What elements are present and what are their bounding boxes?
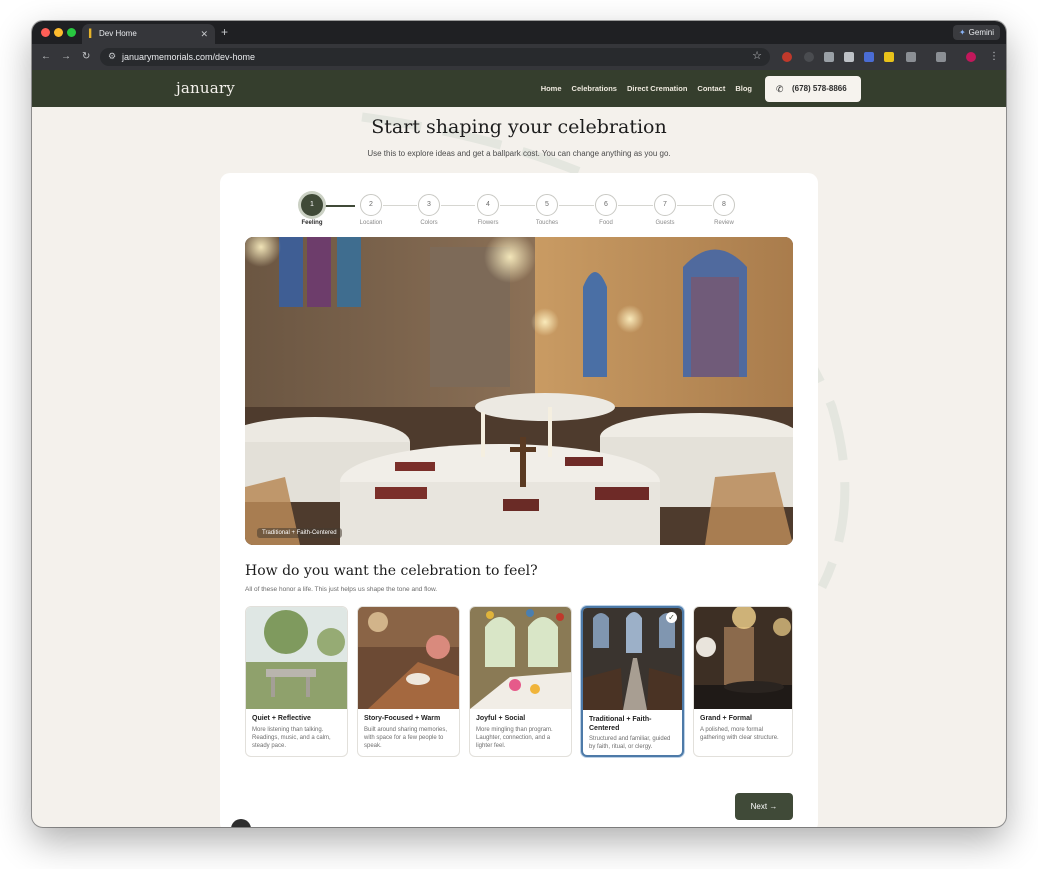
step-number: 5 — [536, 194, 558, 216]
puzzle-icon[interactable] — [906, 52, 916, 62]
option-traditional-faith-centered[interactable]: ✓ Traditional + Faith-Centered Structure… — [581, 606, 684, 757]
step-touches[interactable]: 5 Touches — [527, 194, 567, 226]
tab-close-icon[interactable]: ✕ — [200, 24, 208, 44]
step-feeling[interactable]: 1 Feeling — [292, 194, 332, 226]
gemini-label: Gemini — [968, 28, 994, 37]
tab-strip: ▍ Dev Home ✕ + ✦ Gemini — [32, 21, 1006, 44]
option-title: Grand + Formal — [700, 715, 752, 722]
reload-icon[interactable]: ↻ — [82, 50, 90, 63]
maximize-window-icon[interactable] — [67, 28, 76, 37]
new-tab-button[interactable]: + — [221, 24, 228, 40]
option-image — [470, 607, 571, 709]
option-description: A polished, more formal gathering with c… — [700, 727, 779, 741]
minimize-window-icon[interactable] — [54, 28, 63, 37]
step-label: Review — [714, 220, 734, 226]
option-image — [583, 608, 682, 710]
site-nav: Home Celebrations Direct Cremation Conta… — [541, 70, 752, 107]
option-story-focused-warm[interactable]: Story-Focused + Warm Built around sharin… — [357, 606, 460, 757]
step-label: Flowers — [477, 220, 499, 226]
step-label: Location — [359, 220, 383, 226]
option-title: Joyful + Social — [476, 715, 526, 722]
phone-button[interactable]: ✆ (678) 578-8866 — [765, 76, 861, 102]
close-window-icon[interactable] — [41, 28, 50, 37]
extension-icon[interactable] — [844, 52, 854, 62]
gemini-button[interactable]: ✦ Gemini — [952, 25, 1000, 40]
option-image — [358, 607, 459, 709]
forward-icon[interactable]: → — [61, 50, 71, 63]
step-review[interactable]: 8 Review — [704, 194, 744, 226]
nav-blog[interactable]: Blog — [735, 84, 752, 93]
site-settings-icon[interactable]: ⚙ — [108, 51, 116, 62]
nav-celebrations[interactable]: Celebrations — [572, 84, 617, 93]
browser-tab[interactable]: ▍ Dev Home ✕ — [82, 24, 215, 44]
step-label: Colors — [420, 220, 438, 226]
step-label: Guests — [655, 220, 675, 226]
step-flowers[interactable]: 4 Flowers — [468, 194, 508, 226]
bookmark-star-icon[interactable]: ☆ — [752, 49, 762, 62]
menu-kebab-icon[interactable]: ⋮ — [989, 50, 999, 63]
option-description: More listening than talking. Readings, m… — [252, 727, 331, 749]
step-guests[interactable]: 7 Guests — [645, 194, 685, 226]
step-number: 4 — [477, 194, 499, 216]
extension-icon[interactable] — [864, 52, 874, 62]
selected-check-icon: ✓ — [666, 612, 677, 623]
hero-caption: Traditional + Faith-Centered — [257, 528, 342, 538]
tab-title: Dev Home — [99, 29, 137, 38]
extension-icon[interactable] — [804, 52, 814, 62]
question-title: How do you want the celebration to feel? — [245, 563, 538, 579]
chapel-hall-illustration — [245, 237, 793, 545]
phone-icon: ✆ — [776, 84, 784, 94]
option-description: Structured and familiar, guided by faith… — [589, 736, 671, 750]
step-number: 6 — [595, 194, 617, 216]
option-grand-formal[interactable]: Grand + Formal A polished, more formal g… — [693, 606, 793, 757]
step-number: 1 — [301, 194, 323, 216]
step-number: 3 — [418, 194, 440, 216]
step-label: Touches — [535, 220, 559, 226]
nav-contact[interactable]: Contact — [697, 84, 725, 93]
step-number: 7 — [654, 194, 676, 216]
favicon-icon: ▍ — [89, 29, 96, 38]
hero-image: Traditional + Faith-Centered — [245, 237, 793, 545]
question-subtitle: All of these honor a life. This just hel… — [245, 586, 438, 593]
option-description: Built around sharing memories, with spac… — [364, 727, 448, 749]
step-number: 8 — [713, 194, 735, 216]
profile-avatar[interactable] — [966, 52, 976, 62]
planner-card: 1 Feeling 2 Location 3 Colors 4 Flowers 5 Tou… — [220, 173, 818, 827]
stepper: 1 Feeling 2 Location 3 Colors 4 Flowers 5 Tou… — [220, 194, 818, 229]
gemini-icon: ✦ — [958, 28, 966, 37]
browser-toolbar: ← → ↻ ⚙ januarymemorials.com/dev-home ☆ … — [32, 44, 1006, 70]
nav-direct-cremation[interactable]: Direct Cremation — [627, 84, 687, 93]
step-food[interactable]: 6 Food — [586, 194, 626, 226]
extension-icon[interactable] — [884, 52, 894, 62]
url-text[interactable]: januarymemorials.com/dev-home — [122, 48, 255, 66]
nav-home[interactable]: Home — [541, 84, 562, 93]
page-subtitle: Use this to explore ideas and get a ball… — [367, 149, 671, 158]
extension-icon[interactable] — [824, 52, 834, 62]
address-bar[interactable]: ⚙ januarymemorials.com/dev-home ☆ — [100, 48, 770, 66]
step-location[interactable]: 2 Location — [351, 194, 391, 226]
extension-icon[interactable] — [782, 52, 792, 62]
site-header: january Home Celebrations Direct Cremati… — [32, 70, 1006, 107]
page-title: Start shaping your celebration — [371, 116, 667, 138]
option-joyful-social[interactable]: Joyful + Social More mingling than progr… — [469, 606, 572, 757]
option-quiet-reflective[interactable]: Quiet + Reflective More listening than t… — [245, 606, 348, 757]
option-title: Story-Focused + Warm — [364, 715, 441, 722]
site-logo[interactable]: january — [176, 79, 235, 97]
step-label: Feeling — [301, 220, 323, 226]
option-description: More mingling than program. Laughter, co… — [476, 727, 553, 749]
option-title: Quiet + Reflective — [252, 715, 311, 722]
side-panel-icon[interactable] — [936, 52, 946, 62]
browser-window: ▍ Dev Home ✕ + ✦ Gemini ← → ↻ ⚙ januaryme… — [32, 21, 1006, 827]
step-label: Food — [599, 220, 613, 226]
back-icon[interactable]: ← — [41, 50, 51, 63]
option-image — [694, 607, 792, 709]
next-button[interactable]: Next → — [735, 793, 793, 820]
option-title: Traditional + Faith-Centered — [589, 716, 652, 732]
step-number: 2 — [360, 194, 382, 216]
option-image — [246, 607, 347, 709]
step-colors[interactable]: 3 Colors — [409, 194, 449, 226]
phone-number: (678) 578-8866 — [792, 84, 847, 93]
